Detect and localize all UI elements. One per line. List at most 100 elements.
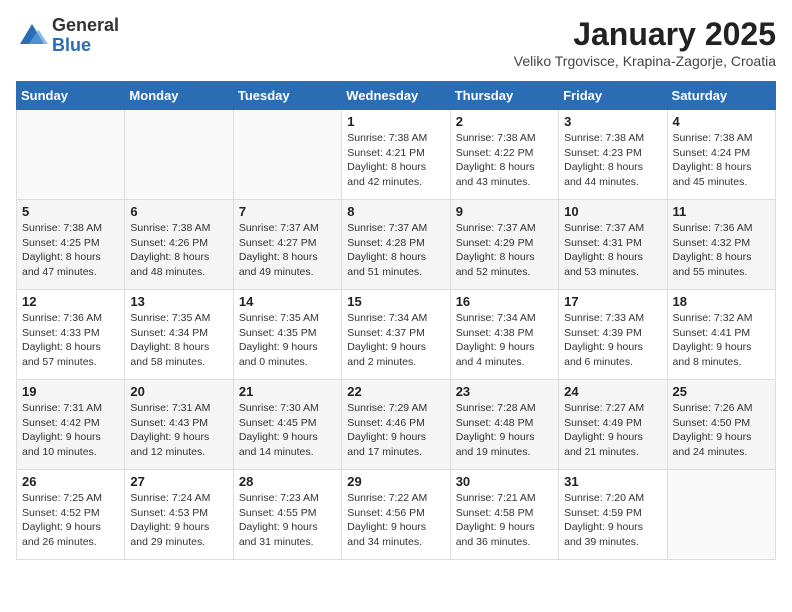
day-info: Sunrise: 7:38 AM Sunset: 4:26 PM Dayligh… — [130, 221, 227, 280]
day-number: 19 — [22, 384, 119, 399]
logo-icon — [16, 20, 48, 52]
calendar-day-cell: 23 Sunrise: 7:28 AM Sunset: 4:48 PM Dayli… — [450, 380, 558, 470]
calendar-day-cell: 20 Sunrise: 7:31 AM Sunset: 4:43 PM Dayli… — [125, 380, 233, 470]
day-info: Sunrise: 7:36 AM Sunset: 4:32 PM Dayligh… — [673, 221, 770, 280]
day-number: 14 — [239, 294, 336, 309]
day-info: Sunrise: 7:22 AM Sunset: 4:56 PM Dayligh… — [347, 491, 444, 550]
calendar-day-cell: 9Sunrise: 7:37 AM Sunset: 4:29 PM Daylig… — [450, 200, 558, 290]
calendar-header-row: SundayMondayTuesdayWednesdayThursdayFrid… — [17, 82, 776, 110]
day-number: 22 — [347, 384, 444, 399]
day-number: 26 — [22, 474, 119, 489]
calendar-day-cell: 14Sunrise: 7:35 AM Sunset: 4:35 PM Dayli… — [233, 290, 341, 380]
day-info: Sunrise: 7:29 AM Sunset: 4:46 PM Dayligh… — [347, 401, 444, 460]
day-number: 15 — [347, 294, 444, 309]
day-of-week-header: Sunday — [17, 82, 125, 110]
calendar-week-row: 5 Sunrise: 7:38 AM Sunset: 4:25 PM Daylig… — [17, 200, 776, 290]
day-number: 24 — [564, 384, 661, 399]
day-number: 28 — [239, 474, 336, 489]
calendar-day-cell — [233, 110, 341, 200]
day-info: Sunrise: 7:38 AM Sunset: 4:23 PM Dayligh… — [564, 131, 661, 190]
calendar-day-cell: 26Sunrise: 7:25 AM Sunset: 4:52 PM Dayli… — [17, 470, 125, 560]
day-number: 10 — [564, 204, 661, 219]
calendar-table: SundayMondayTuesdayWednesdayThursdayFrid… — [16, 81, 776, 560]
day-number: 2 — [456, 114, 553, 129]
calendar-day-cell: 21 Sunrise: 7:30 AM Sunset: 4:45 PM Dayli… — [233, 380, 341, 470]
day-info: Sunrise: 7:35 AM Sunset: 4:34 PM Dayligh… — [130, 311, 227, 370]
page-header: General Blue January 2025 Veliko Trgovis… — [16, 16, 776, 69]
calendar-day-cell: 18 Sunrise: 7:32 AM Sunset: 4:41 PM Dayli… — [667, 290, 775, 380]
day-info: Sunrise: 7:31 AM Sunset: 4:42 PM Dayligh… — [22, 401, 119, 460]
day-info: Sunrise: 7:33 AM Sunset: 4:39 PM Dayligh… — [564, 311, 661, 370]
calendar-day-cell: 12 Sunrise: 7:36 AM Sunset: 4:33 PM Dayli… — [17, 290, 125, 380]
day-of-week-header: Thursday — [450, 82, 558, 110]
calendar-day-cell — [125, 110, 233, 200]
day-number: 23 — [456, 384, 553, 399]
day-number: 29 — [347, 474, 444, 489]
day-number: 8 — [347, 204, 444, 219]
day-info: Sunrise: 7:37 AM Sunset: 4:31 PM Dayligh… — [564, 221, 661, 280]
calendar-day-cell: 29 Sunrise: 7:22 AM Sunset: 4:56 PM Dayli… — [342, 470, 450, 560]
day-info: Sunrise: 7:34 AM Sunset: 4:37 PM Dayligh… — [347, 311, 444, 370]
calendar-day-cell: 22 Sunrise: 7:29 AM Sunset: 4:46 PM Dayli… — [342, 380, 450, 470]
day-info: Sunrise: 7:31 AM Sunset: 4:43 PM Dayligh… — [130, 401, 227, 460]
day-number: 18 — [673, 294, 770, 309]
day-info: Sunrise: 7:38 AM Sunset: 4:25 PM Dayligh… — [22, 221, 119, 280]
day-info: Sunrise: 7:26 AM Sunset: 4:50 PM Dayligh… — [673, 401, 770, 460]
day-info: Sunrise: 7:30 AM Sunset: 4:45 PM Dayligh… — [239, 401, 336, 460]
day-number: 25 — [673, 384, 770, 399]
calendar-day-cell: 8 Sunrise: 7:37 AM Sunset: 4:28 PM Daylig… — [342, 200, 450, 290]
day-info: Sunrise: 7:37 AM Sunset: 4:28 PM Dayligh… — [347, 221, 444, 280]
day-of-week-header: Saturday — [667, 82, 775, 110]
calendar-day-cell: 28Sunrise: 7:23 AM Sunset: 4:55 PM Dayli… — [233, 470, 341, 560]
day-number: 16 — [456, 294, 553, 309]
calendar-day-cell: 1 Sunrise: 7:38 AM Sunset: 4:21 PM Daylig… — [342, 110, 450, 200]
calendar-day-cell: 19 Sunrise: 7:31 AM Sunset: 4:42 PM Dayli… — [17, 380, 125, 470]
calendar-day-cell: 3 Sunrise: 7:38 AM Sunset: 4:23 PM Daylig… — [559, 110, 667, 200]
day-number: 6 — [130, 204, 227, 219]
day-info: Sunrise: 7:20 AM Sunset: 4:59 PM Dayligh… — [564, 491, 661, 550]
calendar-day-cell: 13Sunrise: 7:35 AM Sunset: 4:34 PM Dayli… — [125, 290, 233, 380]
day-of-week-header: Friday — [559, 82, 667, 110]
calendar-week-row: 1 Sunrise: 7:38 AM Sunset: 4:21 PM Daylig… — [17, 110, 776, 200]
day-info: Sunrise: 7:27 AM Sunset: 4:49 PM Dayligh… — [564, 401, 661, 460]
logo-blue-text: Blue — [52, 36, 119, 56]
calendar-day-cell: 31 Sunrise: 7:20 AM Sunset: 4:59 PM Dayli… — [559, 470, 667, 560]
day-number: 12 — [22, 294, 119, 309]
day-number: 11 — [673, 204, 770, 219]
day-of-week-header: Monday — [125, 82, 233, 110]
calendar-day-cell: 6 Sunrise: 7:38 AM Sunset: 4:26 PM Daylig… — [125, 200, 233, 290]
calendar-day-cell: 15 Sunrise: 7:34 AM Sunset: 4:37 PM Dayli… — [342, 290, 450, 380]
calendar-day-cell: 7Sunrise: 7:37 AM Sunset: 4:27 PM Daylig… — [233, 200, 341, 290]
day-number: 7 — [239, 204, 336, 219]
day-number: 5 — [22, 204, 119, 219]
day-number: 21 — [239, 384, 336, 399]
day-number: 4 — [673, 114, 770, 129]
calendar-day-cell: 16 Sunrise: 7:34 AM Sunset: 4:38 PM Dayli… — [450, 290, 558, 380]
calendar-day-cell: 2Sunrise: 7:38 AM Sunset: 4:22 PM Daylig… — [450, 110, 558, 200]
calendar-day-cell: 27Sunrise: 7:24 AM Sunset: 4:53 PM Dayli… — [125, 470, 233, 560]
location-subtitle: Veliko Trgovisce, Krapina-Zagorje, Croat… — [514, 53, 776, 69]
calendar-day-cell — [17, 110, 125, 200]
calendar-day-cell: 4Sunrise: 7:38 AM Sunset: 4:24 PM Daylig… — [667, 110, 775, 200]
day-info: Sunrise: 7:36 AM Sunset: 4:33 PM Dayligh… — [22, 311, 119, 370]
day-info: Sunrise: 7:24 AM Sunset: 4:53 PM Dayligh… — [130, 491, 227, 550]
day-info: Sunrise: 7:34 AM Sunset: 4:38 PM Dayligh… — [456, 311, 553, 370]
day-number: 3 — [564, 114, 661, 129]
day-number: 20 — [130, 384, 227, 399]
day-info: Sunrise: 7:38 AM Sunset: 4:21 PM Dayligh… — [347, 131, 444, 190]
day-number: 1 — [347, 114, 444, 129]
calendar-week-row: 12 Sunrise: 7:36 AM Sunset: 4:33 PM Dayli… — [17, 290, 776, 380]
day-number: 31 — [564, 474, 661, 489]
logo-general-text: General — [52, 16, 119, 36]
calendar-day-cell: 5 Sunrise: 7:38 AM Sunset: 4:25 PM Daylig… — [17, 200, 125, 290]
calendar-day-cell — [667, 470, 775, 560]
day-number: 9 — [456, 204, 553, 219]
title-block: January 2025 Veliko Trgovisce, Krapina-Z… — [514, 16, 776, 69]
calendar-day-cell: 17Sunrise: 7:33 AM Sunset: 4:39 PM Dayli… — [559, 290, 667, 380]
day-of-week-header: Tuesday — [233, 82, 341, 110]
calendar-week-row: 19 Sunrise: 7:31 AM Sunset: 4:42 PM Dayli… — [17, 380, 776, 470]
day-of-week-header: Wednesday — [342, 82, 450, 110]
day-info: Sunrise: 7:28 AM Sunset: 4:48 PM Dayligh… — [456, 401, 553, 460]
day-number: 30 — [456, 474, 553, 489]
day-info: Sunrise: 7:32 AM Sunset: 4:41 PM Dayligh… — [673, 311, 770, 370]
